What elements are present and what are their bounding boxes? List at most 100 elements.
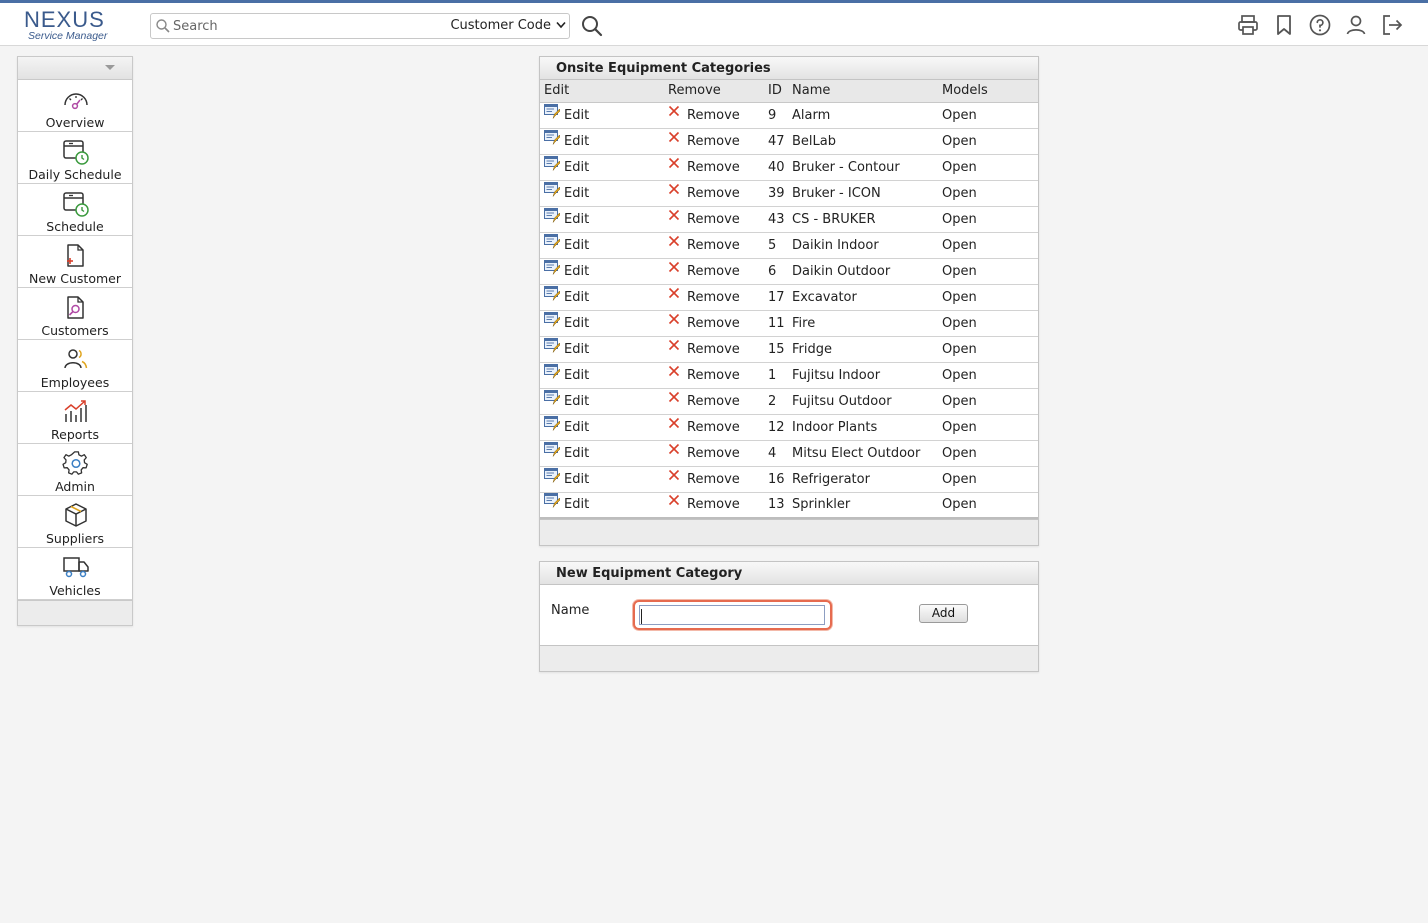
edit-link[interactable]: Edit	[544, 467, 589, 487]
table-row: Edit Remove 47 BelLab Open	[540, 128, 1038, 155]
models-cell: Open	[938, 206, 1038, 233]
new-category-form: Name Add	[540, 585, 1038, 645]
user-icon[interactable]	[1344, 13, 1368, 37]
remove-link[interactable]: Remove	[668, 209, 740, 227]
open-models-link[interactable]: Open	[942, 446, 977, 461]
search-input[interactable]	[173, 16, 443, 36]
remove-cell: Remove	[664, 180, 764, 207]
remove-cell: Remove	[664, 440, 764, 467]
edit-link[interactable]: Edit	[544, 285, 589, 305]
edit-link[interactable]: Edit	[544, 181, 590, 201]
open-models-link[interactable]: Open	[942, 290, 977, 305]
sidebar-item-admin[interactable]: Admin	[18, 444, 132, 496]
gauge-icon	[64, 93, 88, 110]
edit-link[interactable]: Edit	[544, 441, 589, 461]
search-button[interactable]	[580, 14, 604, 38]
sidebar-item-new-customer[interactable]: New Customer	[18, 236, 132, 288]
search-field-select[interactable]: Customer Code	[447, 15, 569, 37]
edit-link[interactable]: Edit	[544, 103, 589, 123]
remove-link[interactable]: Remove	[668, 391, 740, 409]
open-models-link[interactable]: Open	[942, 394, 977, 409]
bookmark-icon[interactable]	[1272, 13, 1296, 37]
sidebar-item-employees[interactable]: Employees	[18, 340, 132, 392]
remove-link[interactable]: Remove	[668, 235, 740, 253]
open-models-link[interactable]: Open	[942, 212, 977, 227]
truck-icon	[63, 557, 89, 578]
sidebar-item-daily-schedule[interactable]: Daily Schedule	[18, 132, 132, 184]
chart-icon	[64, 400, 87, 422]
remove-link[interactable]: Remove	[668, 469, 740, 487]
edit-link[interactable]: Edit	[544, 207, 589, 227]
remove-link[interactable]: Remove	[668, 157, 740, 175]
table-row: Edit Remove 1 Fujitsu Indoor Open	[540, 362, 1038, 389]
top-bar: NEXUS Service Manager Customer Code	[0, 0, 1428, 46]
sidebar-item-suppliers[interactable]: Suppliers	[18, 496, 132, 548]
edit-link[interactable]: Edit	[544, 415, 589, 435]
remove-link[interactable]: Remove	[668, 443, 740, 461]
sidebar-item-label: Admin	[55, 479, 95, 494]
open-models-link[interactable]: Open	[942, 264, 977, 279]
edit-label: Edit	[564, 341, 590, 357]
edit-link[interactable]: Edit	[544, 129, 589, 149]
open-models-link[interactable]: Open	[942, 186, 977, 201]
open-models-link[interactable]: Open	[942, 368, 977, 383]
sidebar-item-schedule[interactable]: Schedule	[18, 184, 132, 236]
chevron-down-icon[interactable]	[105, 65, 115, 71]
edit-link[interactable]: Edit	[544, 389, 589, 409]
name-cell: Mitsu Elect Outdoor	[788, 440, 938, 467]
remove-link[interactable]: Remove	[668, 183, 740, 201]
edit-link[interactable]: Edit	[544, 493, 589, 512]
search-box: Customer Code	[150, 13, 570, 39]
edit-link[interactable]: Edit	[544, 233, 589, 253]
remove-link[interactable]: Remove	[668, 339, 740, 357]
remove-link[interactable]: Remove	[668, 261, 740, 279]
edit-link[interactable]: Edit	[544, 155, 589, 175]
sidebar-item-overview[interactable]: Overview	[18, 80, 132, 132]
open-models-link[interactable]: Open	[942, 342, 977, 357]
panel-footer	[540, 519, 1038, 545]
print-icon[interactable]	[1236, 13, 1260, 37]
open-models-link[interactable]: Open	[942, 316, 977, 331]
open-models-link[interactable]: Open	[942, 238, 977, 253]
models-cell: Open	[938, 310, 1038, 337]
open-models-link[interactable]: Open	[942, 497, 977, 512]
edit-link[interactable]: Edit	[544, 259, 589, 279]
remove-link[interactable]: Remove	[668, 313, 740, 331]
panel-footer	[540, 645, 1038, 671]
logout-icon[interactable]	[1380, 13, 1404, 37]
id-cell: 13	[764, 492, 788, 519]
edit-link[interactable]: Edit	[544, 311, 589, 331]
sidebar-item-customers[interactable]: Customers	[18, 288, 132, 340]
sidebar-item-label: Reports	[51, 427, 99, 442]
add-button[interactable]: Add	[919, 604, 968, 623]
open-models-link[interactable]: Open	[942, 108, 977, 123]
remove-link[interactable]: Remove	[668, 287, 740, 305]
models-cell: Open	[938, 284, 1038, 311]
remove-link[interactable]: Remove	[668, 495, 740, 512]
edit-icon	[544, 467, 560, 483]
chevron-down-icon	[556, 21, 566, 29]
remove-link[interactable]: Remove	[668, 417, 740, 435]
remove-link[interactable]: Remove	[668, 131, 740, 149]
open-models-link[interactable]: Open	[942, 420, 977, 435]
remove-cell: Remove	[664, 310, 764, 337]
open-models-link[interactable]: Open	[942, 472, 977, 487]
sidebar-item-reports[interactable]: Reports	[18, 392, 132, 444]
sidebar-item-label: New Customer	[29, 271, 121, 286]
name-cell: Bruker - Contour	[788, 154, 938, 181]
category-name-input[interactable]	[639, 605, 825, 625]
remove-link[interactable]: Remove	[668, 365, 740, 383]
edit-link[interactable]: Edit	[544, 363, 589, 383]
remove-link[interactable]: Remove	[668, 105, 740, 123]
close-icon	[668, 131, 680, 142]
models-cell: Open	[938, 154, 1038, 181]
sidebar-item-vehicles[interactable]: Vehicles	[18, 548, 132, 600]
edit-cell: Edit	[540, 258, 664, 285]
open-models-link[interactable]: Open	[942, 160, 977, 175]
id-cell: 40	[764, 154, 788, 181]
open-models-link[interactable]: Open	[942, 134, 977, 149]
app-logo[interactable]: NEXUS Service Manager	[24, 9, 124, 45]
edit-label: Edit	[564, 185, 590, 201]
edit-link[interactable]: Edit	[544, 337, 590, 357]
help-icon[interactable]	[1308, 13, 1332, 37]
